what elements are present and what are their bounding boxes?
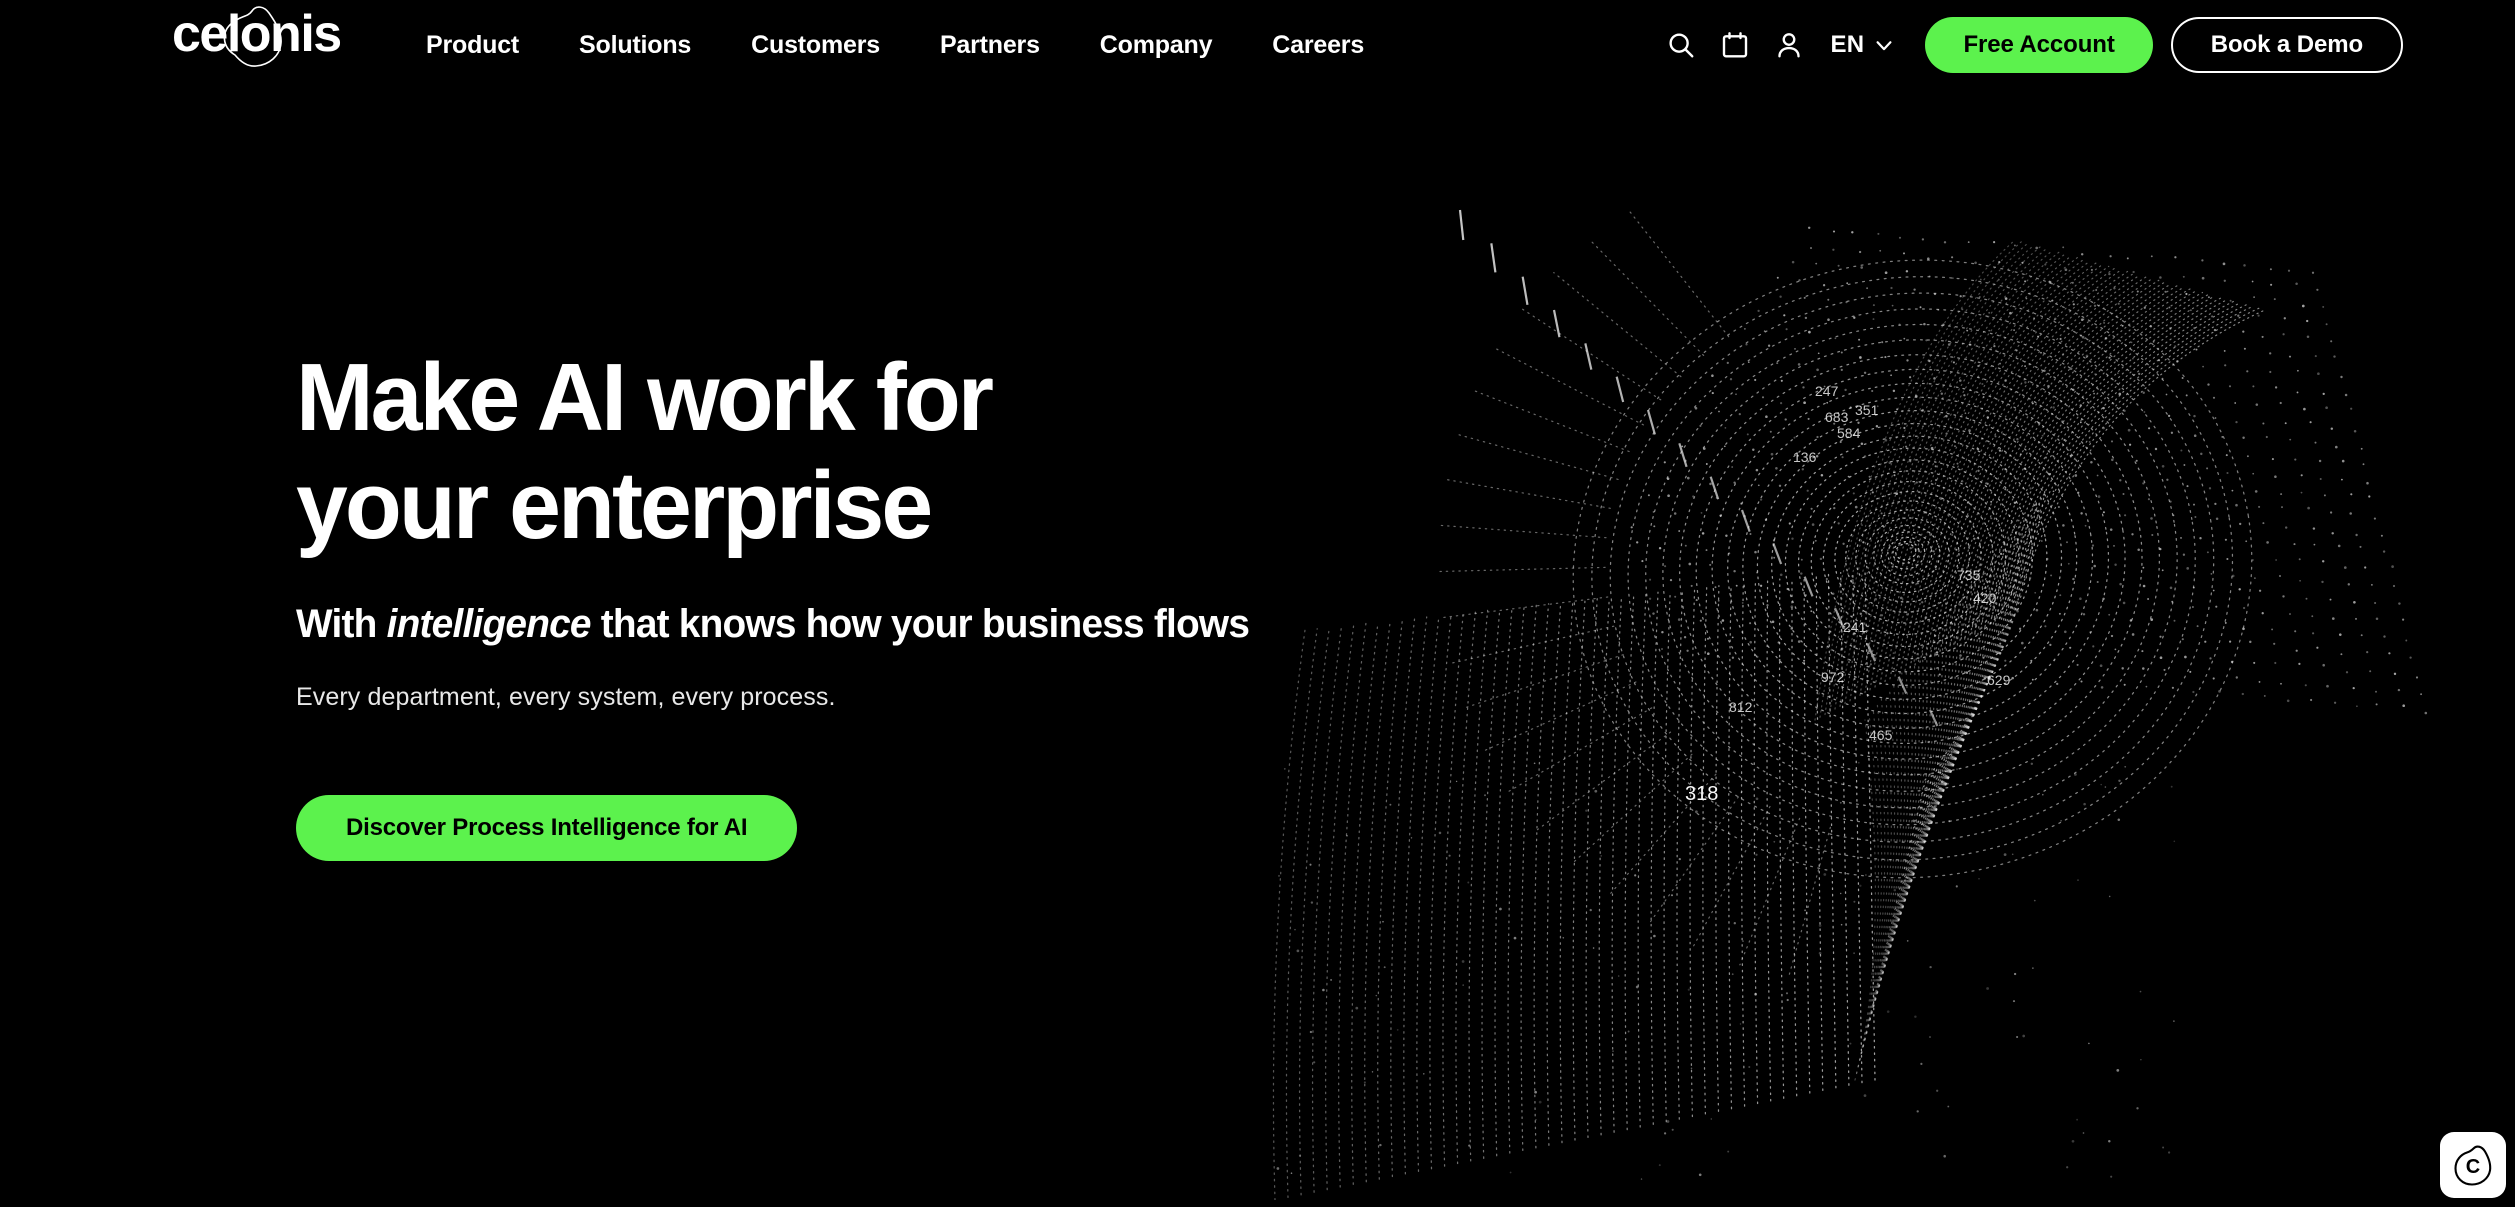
- nav-item-customers[interactable]: Customers: [721, 0, 910, 90]
- mesh-data-label: 136: [1793, 449, 1817, 465]
- search-icon[interactable]: [1655, 19, 1707, 71]
- mesh-data-label: 584: [1837, 425, 1861, 441]
- sub-prefix: With: [296, 602, 387, 647]
- sub-suffix: that knows how your business flows: [590, 602, 1250, 647]
- mesh-data-label: 420: [1973, 590, 1997, 606]
- calendar-icon[interactable]: [1709, 19, 1761, 71]
- nav-item-solutions[interactable]: Solutions: [549, 0, 721, 90]
- celonis-droplet-c-icon: C: [2454, 1145, 2492, 1186]
- primary-nav: Product Solutions Customers Partners Com…: [396, 0, 1394, 90]
- mesh-data-label: 812: [1729, 699, 1753, 715]
- book-demo-button[interactable]: Book a Demo: [2170, 17, 2403, 73]
- site-header: celonis Product Solutions Customers Part…: [0, 0, 2515, 90]
- page-title: Make AI work for your enterprise: [296, 344, 1266, 559]
- user-icon[interactable]: [1763, 19, 1815, 71]
- hero-lede: Every department, every system, every pr…: [296, 683, 836, 712]
- headline-line-2: your enterprise: [296, 451, 933, 559]
- celonis-chat-widget[interactable]: C: [2440, 1132, 2506, 1198]
- mesh-data-label: 629: [1987, 672, 2011, 688]
- wordmark: celonis: [172, 5, 341, 63]
- mesh-data-label: 465: [1869, 727, 1893, 743]
- hero-section: Make AI work for your enterprise With in…: [296, 344, 1296, 862]
- mesh-graphic: 318 735 420 629 972 241 351 683584 247 136 812 465: [1272, 209, 2428, 1200]
- svg-text:C: C: [2466, 1156, 2480, 1178]
- header-actions: EN Free Account Book a Demo: [1655, 0, 2403, 90]
- process-intelligence-visual: 318 735 420 629 972 241 351 683 584 247 136 812 465: [1255, 200, 2515, 1200]
- chevron-down-icon: [1876, 41, 1892, 51]
- mesh-data-label: 241: [1843, 619, 1867, 635]
- mesh-data-label: 683: [1825, 409, 1849, 425]
- mesh-data-label: 247: [1815, 383, 1839, 399]
- mesh-data-label: 735: [1957, 567, 1981, 583]
- free-account-button[interactable]: Free Account: [1925, 17, 2153, 73]
- nav-item-company[interactable]: Company: [1070, 0, 1243, 90]
- hero-subheadline: With intelligence that knows how your bu…: [296, 599, 1266, 650]
- celonis-logo[interactable]: celonis: [172, 3, 352, 71]
- headline-line-1: Make AI work for: [296, 344, 994, 451]
- page-root: celonis Product Solutions Customers Part…: [0, 0, 2515, 1207]
- language-label: EN: [1830, 31, 1865, 58]
- nav-item-careers[interactable]: Careers: [1242, 0, 1394, 90]
- mesh-data-label: 351: [1855, 402, 1879, 418]
- language-selector[interactable]: EN: [1831, 31, 1896, 59]
- discover-cta-button[interactable]: Discover Process Intelligence for AI: [296, 795, 798, 862]
- mesh-data-label: 318: [1685, 783, 1718, 805]
- nav-item-partners[interactable]: Partners: [910, 0, 1070, 90]
- mesh-data-label: 972: [1821, 669, 1845, 685]
- sub-emphasis: intelligence: [386, 602, 592, 647]
- nav-item-product[interactable]: Product: [396, 0, 549, 90]
